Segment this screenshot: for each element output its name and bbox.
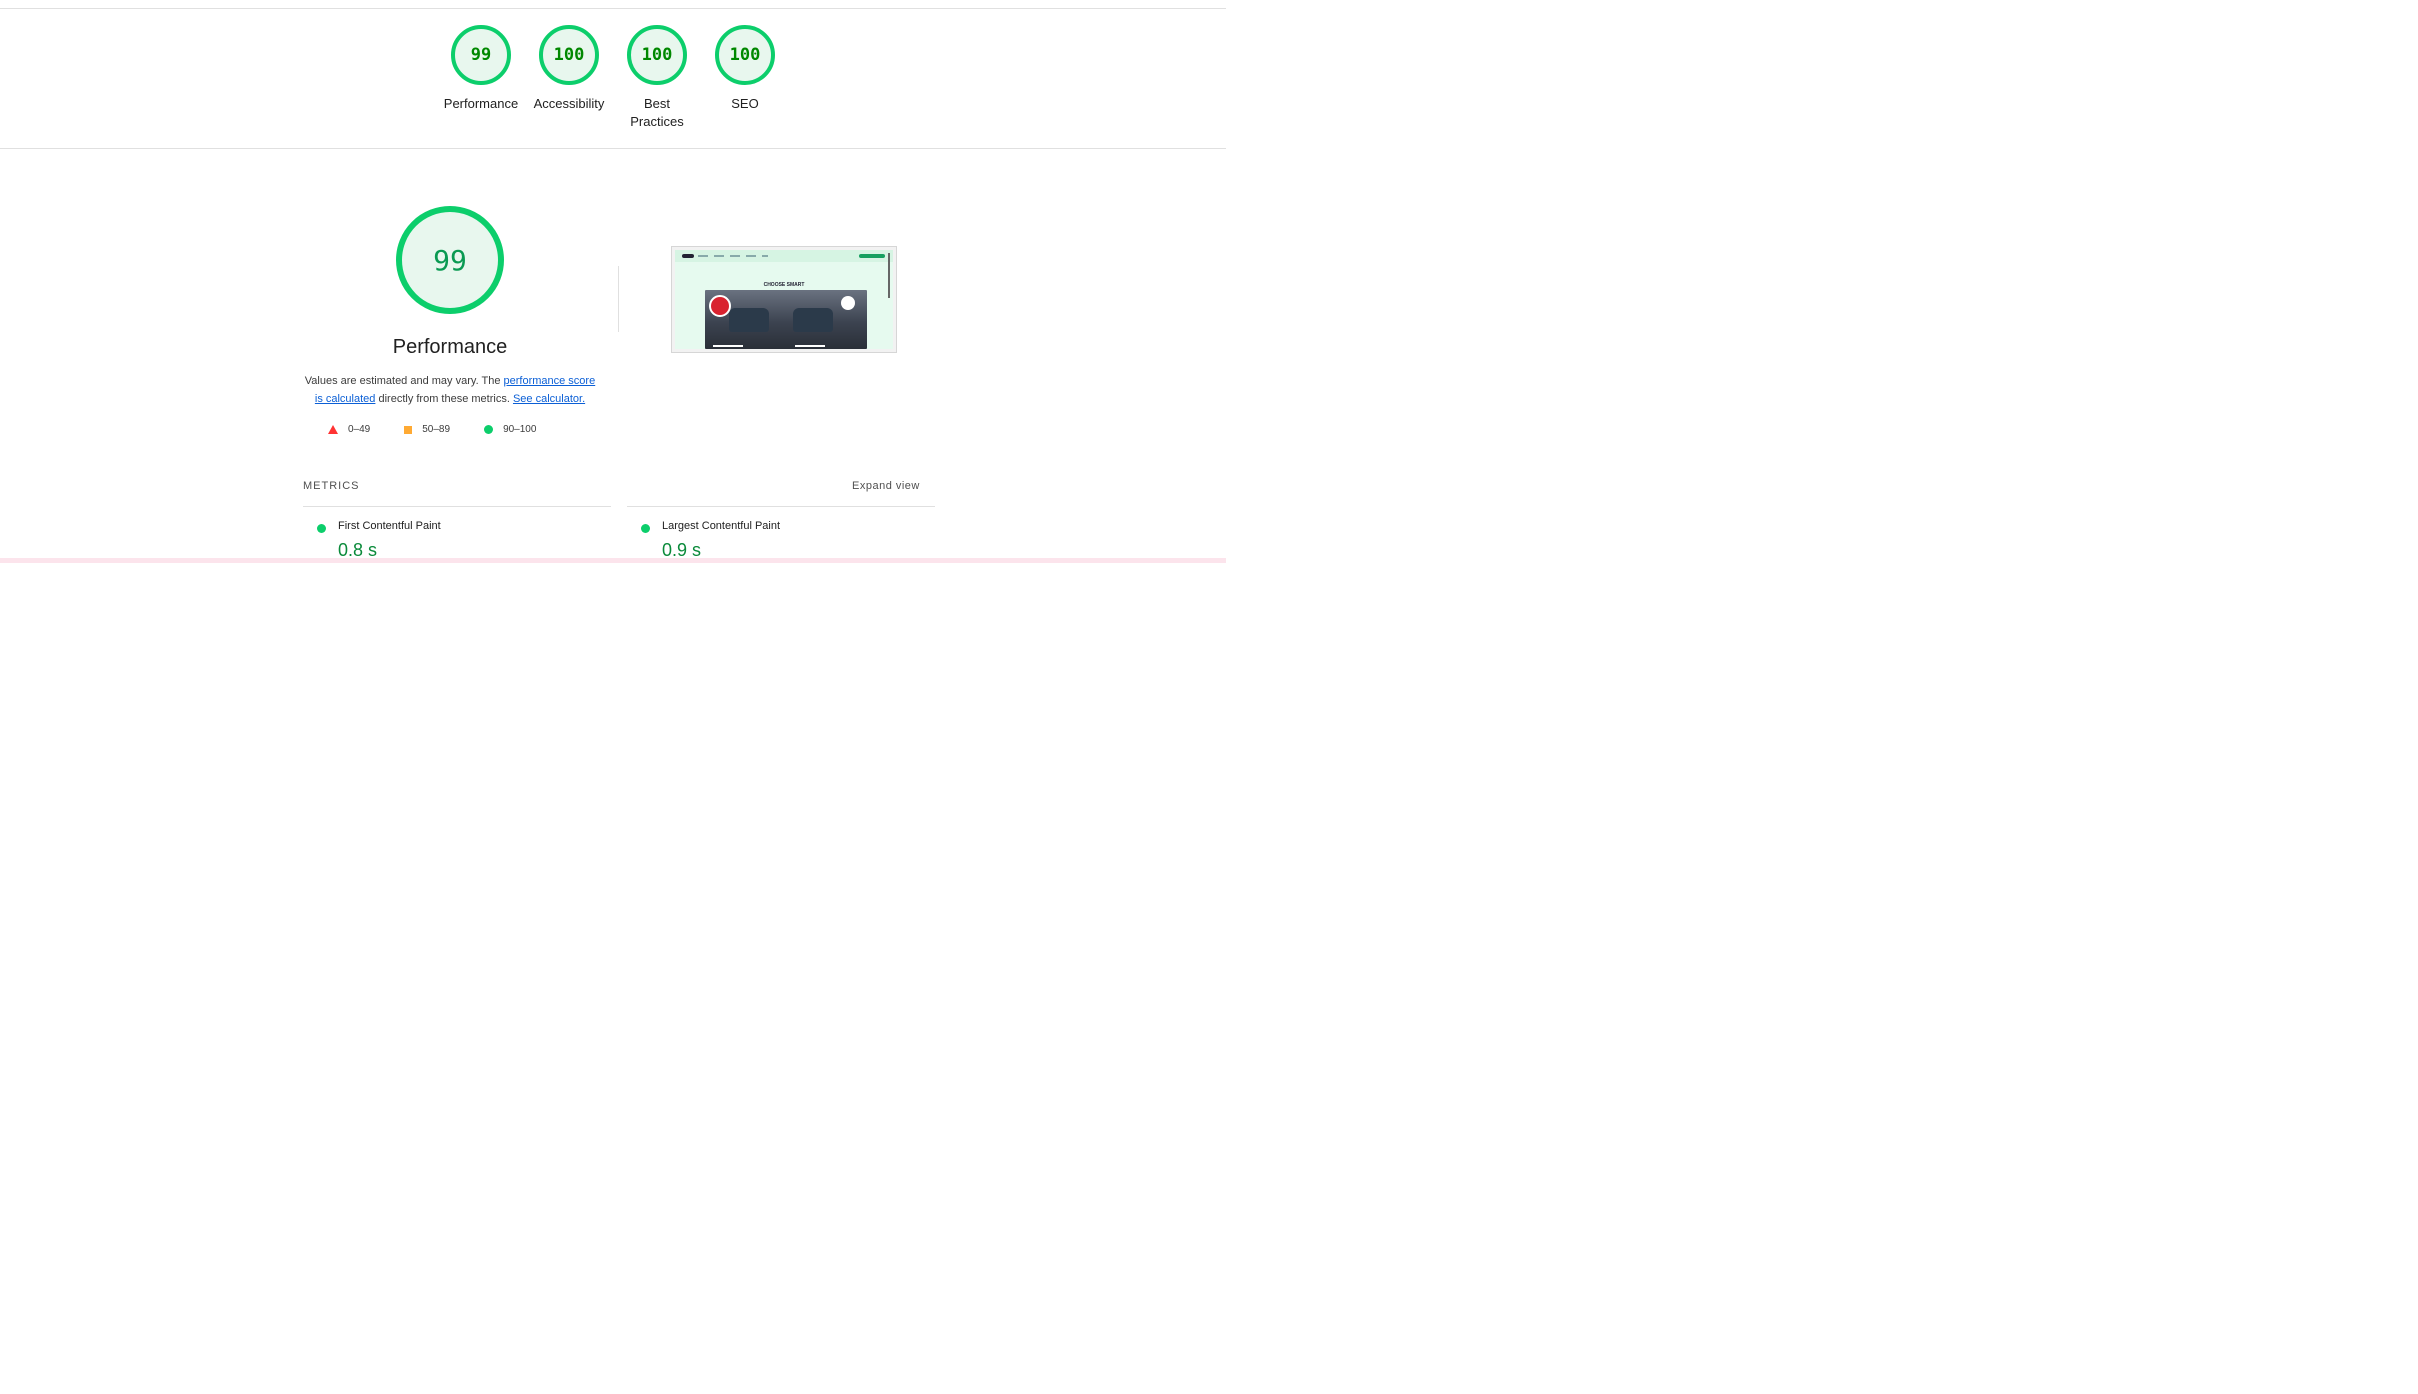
pass-circle-icon xyxy=(641,524,650,533)
triangle-icon xyxy=(328,425,338,434)
bottom-divider xyxy=(0,558,1226,563)
legend-pass: 90–100 xyxy=(484,424,536,435)
caption-text xyxy=(795,345,825,347)
pass-circle-icon xyxy=(317,524,326,533)
badge-icon xyxy=(709,295,731,317)
metrics-divider xyxy=(303,506,611,507)
gauge-ring: 100 xyxy=(627,25,687,85)
caption-text xyxy=(713,345,743,347)
legend-fail-label: 0–49 xyxy=(348,424,371,435)
car-image xyxy=(729,308,769,332)
calculator-link[interactable]: See calculator. xyxy=(513,393,585,405)
thumbnail-nav-links xyxy=(698,255,768,257)
score-legend: 0–49 50–89 90–100 xyxy=(328,424,588,435)
final-screenshot-thumbnail[interactable]: CHOOSE SMART xyxy=(671,246,897,353)
category-gauges: 99 Performance 100 Accessibility 100 Bes… xyxy=(437,25,789,131)
metric-name: First Contentful Paint xyxy=(338,520,441,532)
square-icon xyxy=(404,425,413,434)
performance-score: 99 xyxy=(433,243,467,277)
legend-average-label: 50–89 xyxy=(422,424,451,435)
gauge-best-practices[interactable]: 100 Best Practices xyxy=(613,25,701,131)
metrics-divider xyxy=(627,506,935,507)
legend-pass-label: 90–100 xyxy=(503,424,537,435)
thumbnail-page: CHOOSE SMART xyxy=(675,250,893,349)
metrics-heading: METRICS xyxy=(303,480,360,492)
desc-prefix: Values are estimated and may vary. The xyxy=(304,375,504,387)
vertical-divider xyxy=(618,266,619,332)
legend-fail: 0–49 xyxy=(328,424,370,435)
gauge-accessibility[interactable]: 100 Accessibility xyxy=(525,25,613,131)
desc-middle: directly from these metrics. xyxy=(375,393,513,405)
gauge-label: Performance xyxy=(443,96,519,111)
gauge-score: 100 xyxy=(641,45,673,65)
thumbnail-heading: CHOOSE SMART xyxy=(763,282,805,288)
thumbnail-hero-image xyxy=(705,290,867,349)
header-divider xyxy=(0,148,1226,149)
gauge-label: Accessibility xyxy=(533,96,605,111)
performance-title: Performance xyxy=(392,336,508,358)
metric-name: Largest Contentful Paint xyxy=(662,520,781,532)
circle-icon xyxy=(484,425,494,434)
gauge-score: 99 xyxy=(470,45,492,65)
performance-gauge: 99 xyxy=(396,206,504,314)
thumbnail-scrollbar xyxy=(888,253,890,298)
legend-average: 50–89 xyxy=(404,424,450,435)
top-divider xyxy=(0,8,1226,9)
gauge-score: 100 xyxy=(553,45,585,65)
thumbnail-cta-button xyxy=(859,254,885,258)
lighthouse-report: 99 Performance 100 Accessibility 100 Bes… xyxy=(0,0,1226,563)
badge-icon xyxy=(841,296,855,310)
gauge-ring: 99 xyxy=(451,25,511,85)
car-image xyxy=(793,308,833,332)
gauge-score: 100 xyxy=(729,45,761,65)
gauge-label: SEO xyxy=(731,96,759,111)
gauge-ring: 100 xyxy=(539,25,599,85)
gauge-ring: 100 xyxy=(715,25,775,85)
thumbnail-logo xyxy=(682,254,694,258)
gauge-seo[interactable]: 100 SEO xyxy=(701,25,789,131)
gauge-label: Best Practices xyxy=(630,96,684,129)
expand-view-button[interactable]: Expand view xyxy=(852,480,920,492)
gauge-performance[interactable]: 99 Performance xyxy=(437,25,525,131)
performance-description: Values are estimated and may vary. The p… xyxy=(300,372,600,408)
